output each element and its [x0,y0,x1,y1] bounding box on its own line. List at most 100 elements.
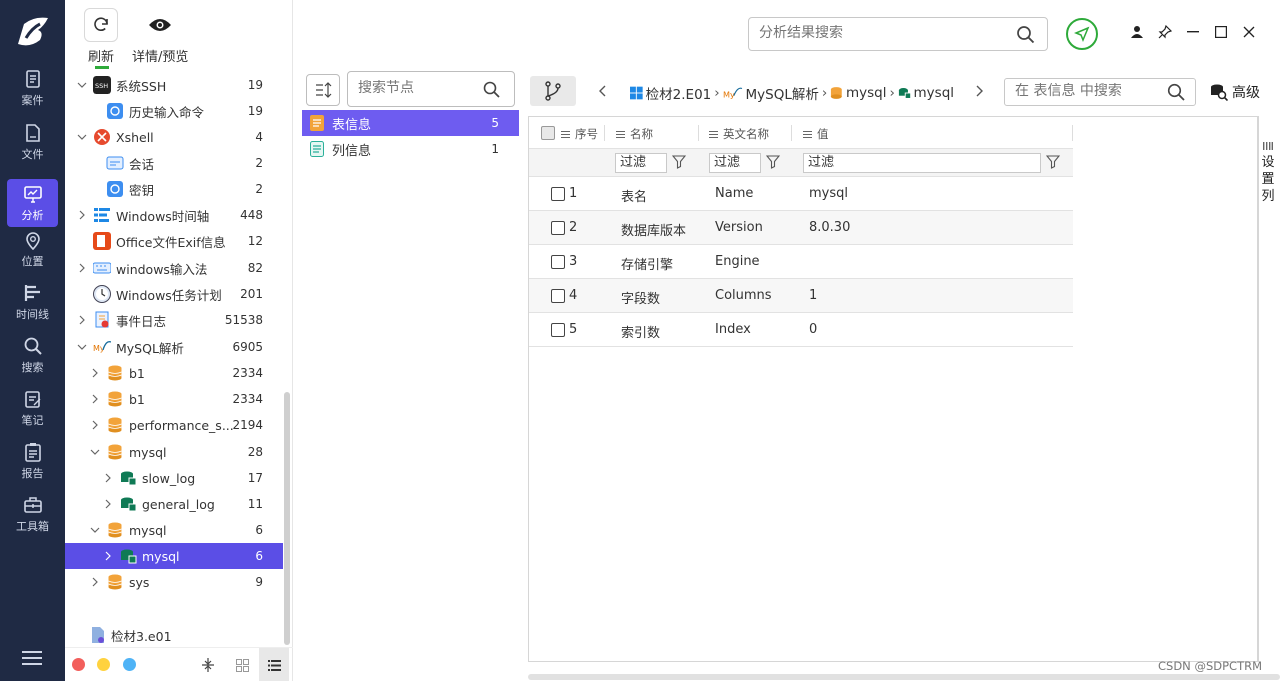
tree-item[interactable]: 事件日志 51538 [65,307,283,333]
node-item-table-info[interactable]: 表信息 5 [302,110,519,136]
table-row[interactable]: 3 存储引擎 Engine [529,245,1073,279]
chevron-left-icon[interactable] [598,85,606,97]
table-search-input[interactable] [1015,83,1165,99]
rail-item-file[interactable]: 文件 [7,118,58,166]
table-row[interactable]: 1 表名 Name mysql [529,177,1073,211]
grid-view-button[interactable] [227,648,257,681]
tree-item[interactable]: 密钥 2 [65,176,283,202]
filter-icon[interactable] [1046,155,1060,169]
search-icon[interactable] [1016,25,1035,44]
details-preview-button[interactable]: 详情/预览 [132,8,188,65]
chevron-right-icon[interactable] [90,577,100,587]
row-checkbox[interactable] [551,323,565,337]
set-columns-panel[interactable]: 设置列 [1258,116,1280,662]
breadcrumb-item-evidence[interactable]: 检材2.E01 [646,83,712,103]
search-icon[interactable] [1167,83,1185,101]
tree-item[interactable]: mysql 28 [65,439,283,465]
column-divider[interactable] [1072,125,1073,141]
chevron-right-icon[interactable] [90,368,100,378]
tree-scrollbar[interactable] [284,392,290,645]
tree-item[interactable]: mysql 6 [65,517,283,543]
menu-icon[interactable] [22,650,42,666]
chevron-down-icon[interactable] [90,447,100,457]
column-header-name[interactable]: 名称 [616,126,653,142]
chevron-right-icon[interactable] [103,473,113,483]
user-button[interactable] [1127,22,1147,42]
node-search-input[interactable] [358,80,478,96]
chevron-down-icon[interactable] [77,342,87,352]
tree-item[interactable]: 会话 2 [65,150,283,176]
chevron-right-icon[interactable] [77,315,87,325]
row-checkbox[interactable] [551,255,565,269]
result-search-input[interactable] [759,25,999,41]
yellow-dot-icon[interactable] [97,658,110,671]
tree-item[interactable]: Windows任务计划 201 [65,281,283,307]
column-header-value[interactable]: 值 [803,126,829,142]
chevron-right-icon[interactable] [90,394,100,404]
node-item-column-info[interactable]: 列信息 1 [302,136,519,162]
blue-dot-icon[interactable] [123,658,136,671]
table-row[interactable]: 4 字段数 Columns 1 [529,279,1073,313]
rail-item-timeline[interactable]: 时间线 [7,278,58,326]
tree-item[interactable]: SSH 系统SSH 19 [65,72,283,98]
chevron-right-icon[interactable] [103,551,113,561]
tree-item[interactable]: general_log 11 [65,491,283,517]
tree-item[interactable]: b1 2334 [65,360,283,386]
column-header-seq[interactable]: 序号 [561,126,598,142]
tree-item[interactable]: performance_s... 2194 [65,412,283,438]
minimize-button[interactable] [1183,22,1203,42]
chevron-down-icon[interactable] [90,525,100,535]
rail-item-toolbox[interactable]: 工具箱 [7,490,58,538]
tree-item[interactable]: mysql 6 [65,543,283,569]
rail-item-note[interactable]: 笔记 [7,384,58,432]
collapse-all-button[interactable] [193,648,223,681]
pin-button[interactable] [1155,22,1175,42]
red-dot-icon[interactable] [72,658,85,671]
breadcrumb-item-db[interactable]: mysql [846,85,887,101]
sort-button[interactable] [306,74,340,106]
close-button[interactable] [1239,22,1259,42]
table-search-box[interactable] [1004,78,1196,106]
rail-item-analysis[interactable]: 分析 [7,179,58,227]
tree-item[interactable]: 历史输入命令 19 [65,98,283,124]
rail-item-report[interactable]: 报告 [7,437,58,485]
chevron-right-icon[interactable] [77,210,87,220]
row-checkbox[interactable] [551,289,565,303]
tree-item-evidence3[interactable]: 检材3.e01 [65,622,283,648]
filter-input-name[interactable]: 过滤 [615,153,667,173]
send-button[interactable] [1066,18,1098,50]
branch-button[interactable] [530,76,576,106]
tree-item[interactable]: windows输入法 82 [65,255,283,281]
row-checkbox[interactable] [551,221,565,235]
chevron-right-icon[interactable] [976,85,984,97]
column-header-en-name[interactable]: 英文名称 [709,126,769,142]
refresh-button[interactable]: 刷新 [84,8,118,65]
tree-item[interactable]: slow_log 17 [65,465,283,491]
chevron-down-icon[interactable] [77,80,87,90]
filter-input-value[interactable]: 过滤 [803,153,1041,173]
filter-icon[interactable] [766,155,780,169]
list-view-button[interactable] [259,648,289,681]
column-divider[interactable] [791,125,792,141]
row-checkbox[interactable] [551,187,565,201]
chevron-right-icon[interactable] [90,420,100,430]
result-search-box[interactable] [748,17,1048,51]
breadcrumb-item-table[interactable]: mysql [914,85,954,101]
column-divider[interactable] [604,125,605,141]
chevron-right-icon[interactable] [103,499,113,509]
tree-item[interactable]: b1 2334 [65,386,283,412]
select-all-checkbox[interactable] [541,126,555,140]
tree-item[interactable]: My MySQL解析 6905 [65,334,283,360]
tree-item[interactable]: Xshell 4 [65,124,283,150]
chevron-right-icon[interactable] [77,263,87,273]
maximize-button[interactable] [1211,22,1231,42]
breadcrumb-item-mysql-parse[interactable]: MySQL解析 [746,83,819,103]
node-search-box[interactable] [347,71,515,107]
tree-item[interactable]: sys 9 [65,569,283,595]
table-row[interactable]: 5 索引数 Index 0 [529,313,1073,347]
rail-item-location[interactable]: 位置 [7,225,58,273]
rail-item-case[interactable]: 案件 [7,64,58,112]
search-icon[interactable] [483,81,500,98]
tree-item[interactable]: Windows时间轴 448 [65,202,283,228]
tree-item[interactable]: Office文件Exif信息 12 [65,228,283,254]
